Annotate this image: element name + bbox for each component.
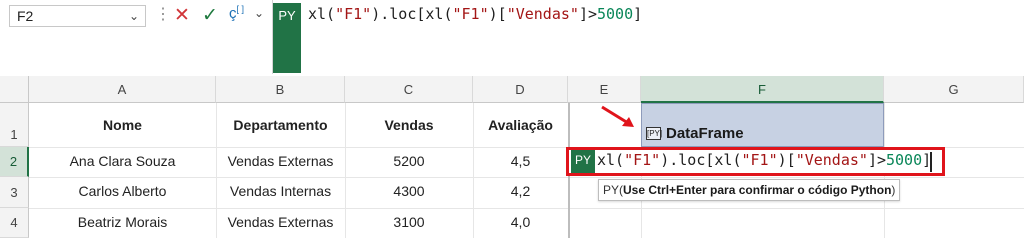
python-object-icon[interactable]: [PY] (646, 127, 662, 140)
python-insert-icon[interactable]: ç[ ] (229, 4, 244, 22)
formula-token: "F1" (624, 151, 661, 169)
row-header-3[interactable]: 3 (0, 177, 29, 208)
table-cell[interactable]: Vendas Internas (216, 183, 345, 199)
tooltip-prefix: PY( (603, 183, 624, 197)
text-cursor (930, 152, 932, 172)
python-badge: PY (273, 3, 301, 73)
formula-token: ]> (867, 151, 886, 169)
row-header-2[interactable]: 2 (0, 147, 29, 177)
formula-token: xl( (308, 5, 336, 23)
chevron-down-icon[interactable]: ⌄ (254, 6, 264, 20)
formula-token: "Vendas" (506, 5, 579, 23)
dataframe-label: DataFrame (666, 125, 744, 142)
chevron-down-icon[interactable]: ⌄ (129, 6, 139, 26)
table-cell[interactable]: Ana Clara Souza (29, 153, 216, 169)
select-all-corner[interactable] (0, 76, 29, 103)
tooltip-hint: Use Ctrl+Enter para confirmar o código P… (623, 183, 892, 197)
formula-token: 5000 (597, 5, 634, 23)
table-cell[interactable]: 4,5 (473, 153, 568, 169)
python-badge: PY (571, 150, 595, 173)
more-options-icon[interactable]: ⋮ (155, 6, 171, 24)
formula-token: ] (633, 5, 643, 23)
table-cell[interactable]: 3100 (345, 214, 473, 230)
header-cell-vendas[interactable]: Vendas (345, 117, 473, 133)
formula-token: "Vendas" (795, 151, 868, 169)
column-header-b[interactable]: B (216, 76, 345, 103)
row-divider (29, 208, 1024, 209)
formula-token: )[ (488, 5, 507, 23)
formula-tooltip: PY(Use Ctrl+Enter para confirmar o códig… (598, 179, 901, 201)
formula-token: xl( (597, 151, 625, 169)
red-arrow-icon (601, 105, 634, 127)
formula-token: "F1" (452, 5, 489, 23)
table-cell[interactable]: 5200 (345, 153, 473, 169)
formula-token: "F1" (335, 5, 372, 23)
formula-text[interactable]: xl("F1").loc[xl("F1")["Vendas"]>5000] (308, 5, 642, 23)
table-cell[interactable]: 4,0 (473, 214, 568, 230)
formula-token: ]> (578, 5, 597, 23)
table-cell[interactable]: 4,2 (473, 183, 568, 199)
cell-formula-text[interactable]: xl("F1").loc[xl("F1")["Vendas"]>5000] (597, 151, 931, 169)
formula-token: ).loc[xl( (660, 151, 742, 169)
header-cell-avaliacao[interactable]: Avaliação (473, 117, 568, 133)
table-cell[interactable]: 4300 (345, 183, 473, 199)
name-box[interactable]: F2 ⌄ (9, 5, 146, 27)
cancel-icon[interactable]: ✕ (174, 4, 190, 27)
tooltip-suffix: ) (891, 183, 896, 197)
formula-token: "F1" (741, 151, 778, 169)
formula-token: )[ (777, 151, 796, 169)
row-header-1[interactable]: 1 (0, 103, 29, 147)
confirm-icon[interactable]: ✓ (202, 4, 218, 27)
formula-token: ).loc[xl( (371, 5, 453, 23)
formula-token: 5000 (886, 151, 923, 169)
column-header-g[interactable]: G (884, 76, 1024, 103)
column-header-f[interactable]: F (641, 76, 884, 103)
column-header-a[interactable]: A (29, 76, 216, 103)
table-cell[interactable]: Beatriz Morais (29, 214, 216, 230)
table-cell[interactable]: Carlos Alberto (29, 183, 216, 199)
row-divider (29, 177, 1024, 178)
name-box-value: F2 (17, 8, 34, 24)
column-header-d[interactable]: D (473, 76, 568, 103)
row-header-4[interactable]: 4 (0, 208, 29, 238)
header-cell-departamento[interactable]: Departamento (216, 117, 345, 133)
table-cell[interactable]: Vendas Externas (216, 214, 345, 230)
column-header-c[interactable]: C (345, 76, 473, 103)
header-cell-nome[interactable]: Nome (29, 117, 216, 133)
table-cell[interactable]: Vendas Externas (216, 153, 345, 169)
column-header-e[interactable]: E (568, 76, 641, 103)
